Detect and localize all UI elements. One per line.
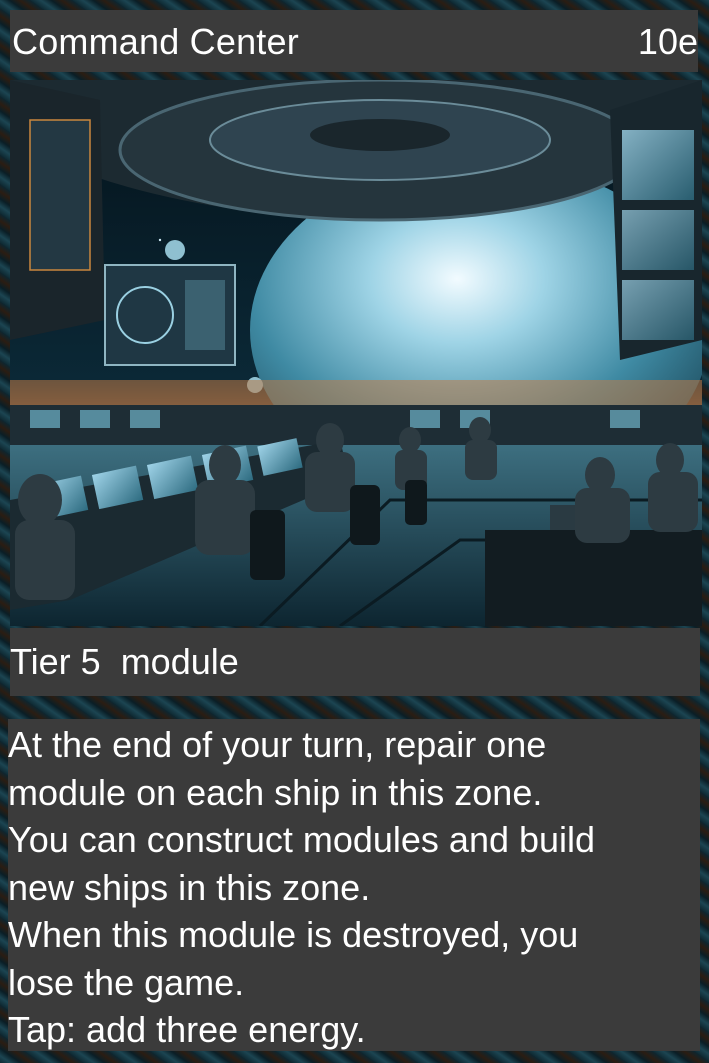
rules-line: Tap: add three energy.	[8, 1009, 366, 1050]
rules-line: At the end of your turn, repair one	[8, 724, 547, 765]
command-center-artwork	[10, 80, 702, 626]
rules-line: new ships in this zone.	[8, 866, 371, 908]
card-type-line: Tier 5 module	[10, 641, 239, 682]
card-name: Command Center	[12, 21, 299, 62]
card-rules-box: At the end of your turn, repair one modu…	[8, 719, 700, 1051]
card-title-bar: Command Center 10e	[10, 10, 698, 72]
rules-line: When this module is destroyed, you	[8, 914, 579, 955]
game-card[interactable]: Command Center 10e Tier 5 module At the …	[0, 0, 709, 1063]
rules-line: module on each ship in this zone.	[8, 771, 543, 813]
card-type-bar: Tier 5 module	[10, 628, 700, 696]
rules-line: lose the game.	[8, 961, 245, 1003]
card-cost: 10e	[637, 21, 698, 62]
card-rules-text: At the end of your turn, repair one modu…	[8, 721, 700, 1054]
rules-line: You can construct modules and build	[8, 819, 596, 860]
card-artwork	[10, 80, 702, 626]
